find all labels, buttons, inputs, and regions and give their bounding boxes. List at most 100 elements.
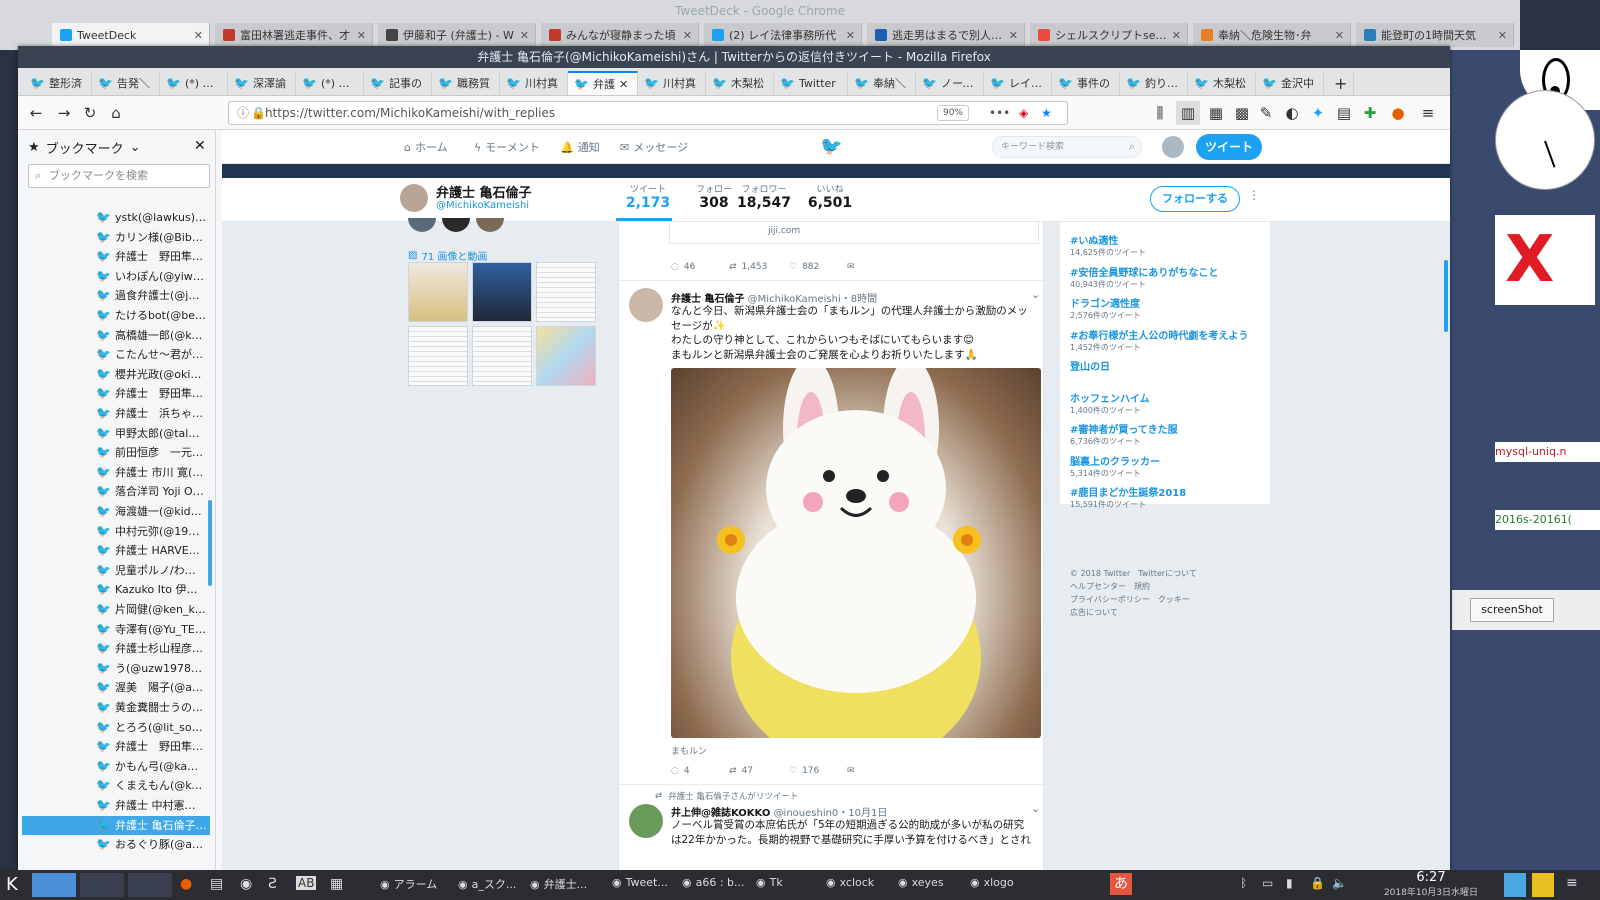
nav-messages[interactable]: ✉ メッセージ xyxy=(620,139,688,155)
url-bar[interactable]: ⓘ 🔒 https://twitter.com/MichikoKameishi/… xyxy=(228,101,1068,125)
chevron-down-icon[interactable]: ⌄ xyxy=(1031,288,1040,301)
bookmark-item[interactable]: 🐦う(@uzw1978)さ… xyxy=(96,659,206,678)
twitter-ext-icon[interactable]: ✦ xyxy=(1306,101,1330,125)
bookmark-star-icon[interactable]: ★ xyxy=(1041,102,1052,124)
media-thumb-2[interactable] xyxy=(472,262,532,322)
firefox-tab[interactable]: 🐦 告発＼ xyxy=(92,71,160,95)
dm-action[interactable]: ✉ xyxy=(847,766,855,776)
firefox-tab[interactable]: 🐦釣りビシ xyxy=(1120,71,1188,95)
bookmark-item[interactable]: 🐦 櫻井光政(@okin… xyxy=(96,365,206,384)
bookmark-item[interactable]: 🐦 弁護士 野田隼… xyxy=(96,384,206,403)
files-launcher-icon[interactable]: ▤ xyxy=(210,876,223,892)
link-card[interactable]: jiji.com xyxy=(669,222,1039,244)
stat-0[interactable]: ツイート 2,173 xyxy=(618,182,678,211)
bookmark-item[interactable]: 🐦 黄金糞闘士うの… xyxy=(96,698,206,717)
footer-line-3[interactable]: プライバシーポリシー クッキー xyxy=(1070,594,1190,605)
footer-line-1[interactable]: © 2018 Twitter Twitterについて xyxy=(1070,568,1197,579)
date-window[interactable]: 2016s-20161( xyxy=(1495,510,1600,530)
close-tab-icon[interactable]: ✕ xyxy=(357,29,366,42)
taskbar-item[interactable]: ◉ xclock xyxy=(826,876,874,889)
more-icon[interactable]: ⋮ xyxy=(1248,188,1260,202)
firefox-tab[interactable]: 🐦 木梨松 xyxy=(1188,71,1256,95)
bookmark-item[interactable]: 🐦 弁護士 HARVEY(… xyxy=(96,541,206,560)
taskbar-item[interactable]: ◉ xlogo xyxy=(970,876,1014,889)
bookmark-item[interactable]: 🐦 渥美 陽子(@at… xyxy=(96,678,206,697)
sidebar-scrollbar[interactable] xyxy=(208,500,212,586)
keyword-search-input[interactable]: キーワード検索 ⌕ xyxy=(992,136,1142,158)
close-tab-icon[interactable]: ✕ xyxy=(619,78,628,91)
bookmark-item[interactable]: 🐦 甲野太郎(@talo_… xyxy=(96,424,206,443)
privacy-icon[interactable]: ◐ xyxy=(1280,101,1304,125)
bookmark-item[interactable]: 🐦 こたんせ〜君が… xyxy=(96,345,206,364)
taskbar-item[interactable]: ◉ Tk xyxy=(756,876,783,889)
tweet-avatar[interactable] xyxy=(629,288,663,322)
volume-icon[interactable]: 🔈 xyxy=(1332,876,1347,890)
screenshot-icon[interactable]: ▦ xyxy=(1204,101,1228,125)
close-tab-icon[interactable]: ✕ xyxy=(1009,29,1018,42)
bookmark-item[interactable]: 🐦 弁護士 市川 寛(… xyxy=(96,463,206,482)
like-action[interactable]: ♡ 176 xyxy=(789,766,819,776)
back-icon[interactable]: ← xyxy=(24,101,48,125)
firefox-tab[interactable]: 🐦 (*) 村松 xyxy=(160,71,228,95)
bookmark-item[interactable]: 🐦 中村元弥(@196… xyxy=(96,522,206,541)
page-actions-icon[interactable]: ••• xyxy=(989,102,1010,124)
bookmark-item[interactable]: 🐦 おるぐり豚(@allg… xyxy=(96,835,206,854)
menu-icon[interactable]: ≡ xyxy=(1566,875,1578,891)
ab-launcher-icon[interactable]: AB xyxy=(296,876,317,890)
footer-line-4[interactable]: 広告について xyxy=(1070,607,1118,618)
clipboard-icon[interactable]: ▤ xyxy=(1332,101,1356,125)
shield-icon[interactable]: ✚ xyxy=(1358,101,1382,125)
bookmark-item[interactable]: 🐦 落合洋司 Yoji Oc… xyxy=(96,482,206,501)
firefox-tab[interactable]: 🐦 Twitter xyxy=(774,71,848,95)
close-tab-icon[interactable]: ✕ xyxy=(846,29,855,42)
chrome-tab[interactable]: 逃走男はまるで別人… ✕ xyxy=(867,23,1025,47)
chrome-tab[interactable]: 富田林署逃走事件、才 ✕ xyxy=(215,23,373,47)
nav-home[interactable]: ⌂ ホーム xyxy=(404,139,448,155)
trend-item[interactable]: 登山の日 xyxy=(1070,358,1110,373)
terminal-launcher-icon[interactable]: ◉ xyxy=(240,876,252,892)
taskbar-item[interactable]: ◉ Tweet... xyxy=(612,876,668,889)
page-scrollbar[interactable] xyxy=(1444,260,1448,332)
media-link[interactable]: ▨ 71 画像と動画 xyxy=(408,248,487,263)
desktop-pager-2[interactable] xyxy=(80,873,124,897)
trend-item[interactable]: #いぬ適性 14,625件のツイート xyxy=(1070,232,1146,258)
firefox-tab[interactable]: 🐦 川村真 xyxy=(500,71,568,95)
stat-2[interactable]: フォロワー 18,547 xyxy=(734,182,794,211)
firefox-tab[interactable]: 🐦 職務質 xyxy=(432,71,500,95)
firefox-tab[interactable]: 🐦ノースラ xyxy=(916,71,984,95)
kde-menu-icon[interactable]: K xyxy=(6,874,18,895)
bookmark-item[interactable]: 🐦 弁護士 野田隼… xyxy=(96,737,206,756)
menu-icon[interactable]: ≡ xyxy=(1416,101,1440,125)
dm-action[interactable]: ✉ xyxy=(847,262,855,272)
bookmark-item[interactable]: 🐦 弁護士 亀石倫子(… xyxy=(22,815,210,835)
bookmark-item[interactable]: 🐦 Kazuko Ito 伊藤… xyxy=(96,580,206,599)
bookmark-item[interactable]: 🐦 児童ポルノ/わい… xyxy=(96,561,206,580)
chrome-tab[interactable]: (2) レイ法律事務所代 ✕ xyxy=(704,23,862,47)
footer-line-2[interactable]: ヘルプセンター 規約 xyxy=(1070,581,1150,592)
reply-action[interactable]: ◌ 46 xyxy=(671,262,695,272)
retweet-action[interactable]: ⇄ 47 xyxy=(729,766,753,776)
home-icon[interactable]: ⌂ xyxy=(104,101,128,125)
follow-button[interactable]: フォローする xyxy=(1150,186,1240,212)
profile-handle[interactable]: @MichikoKameishi xyxy=(436,200,529,211)
forward-icon[interactable]: → xyxy=(52,101,76,125)
bluetooth-icon[interactable]: ᛒ xyxy=(1240,876,1247,890)
tweet-image[interactable] xyxy=(671,358,1041,768)
trend-item[interactable]: 脳裏上のクラッカー 5,314件のツイート xyxy=(1070,453,1160,479)
profile-name[interactable]: 弁護士 亀石倫子 xyxy=(436,182,532,201)
media-thumb-4[interactable] xyxy=(408,326,468,386)
chrome-tab[interactable]: みんなが寝静まった頃 ✕ xyxy=(541,23,699,47)
edit-icon[interactable]: ✎ xyxy=(1254,101,1278,125)
bookmark-item[interactable]: 🐦ystk(@lawkus)さ… xyxy=(96,208,206,227)
trend-item[interactable]: #審神者が買ってきた服 6,736件のツイート xyxy=(1070,421,1178,447)
bookmark-item[interactable]: 🐦 いわぽん(@yiwa… xyxy=(96,267,206,286)
media-thumb-1[interactable] xyxy=(408,262,468,322)
bookmark-item[interactable]: 🐦 海渡雄一(@kidk… xyxy=(96,502,206,521)
taskbar-item[interactable]: ◉ アラーム xyxy=(380,876,437,892)
ime-icon[interactable]: あ xyxy=(1110,873,1132,895)
taskbar-item[interactable]: ◉ 弁護士... xyxy=(530,876,587,892)
firefox-tab[interactable]: 🐦 事件の xyxy=(1052,71,1120,95)
chrome-tab[interactable]: 伊藤和子 (弁護士) - W ✕ xyxy=(378,23,536,47)
close-tab-icon[interactable]: ✕ xyxy=(683,29,692,42)
zoom-indicator[interactable]: 90% xyxy=(937,105,969,121)
